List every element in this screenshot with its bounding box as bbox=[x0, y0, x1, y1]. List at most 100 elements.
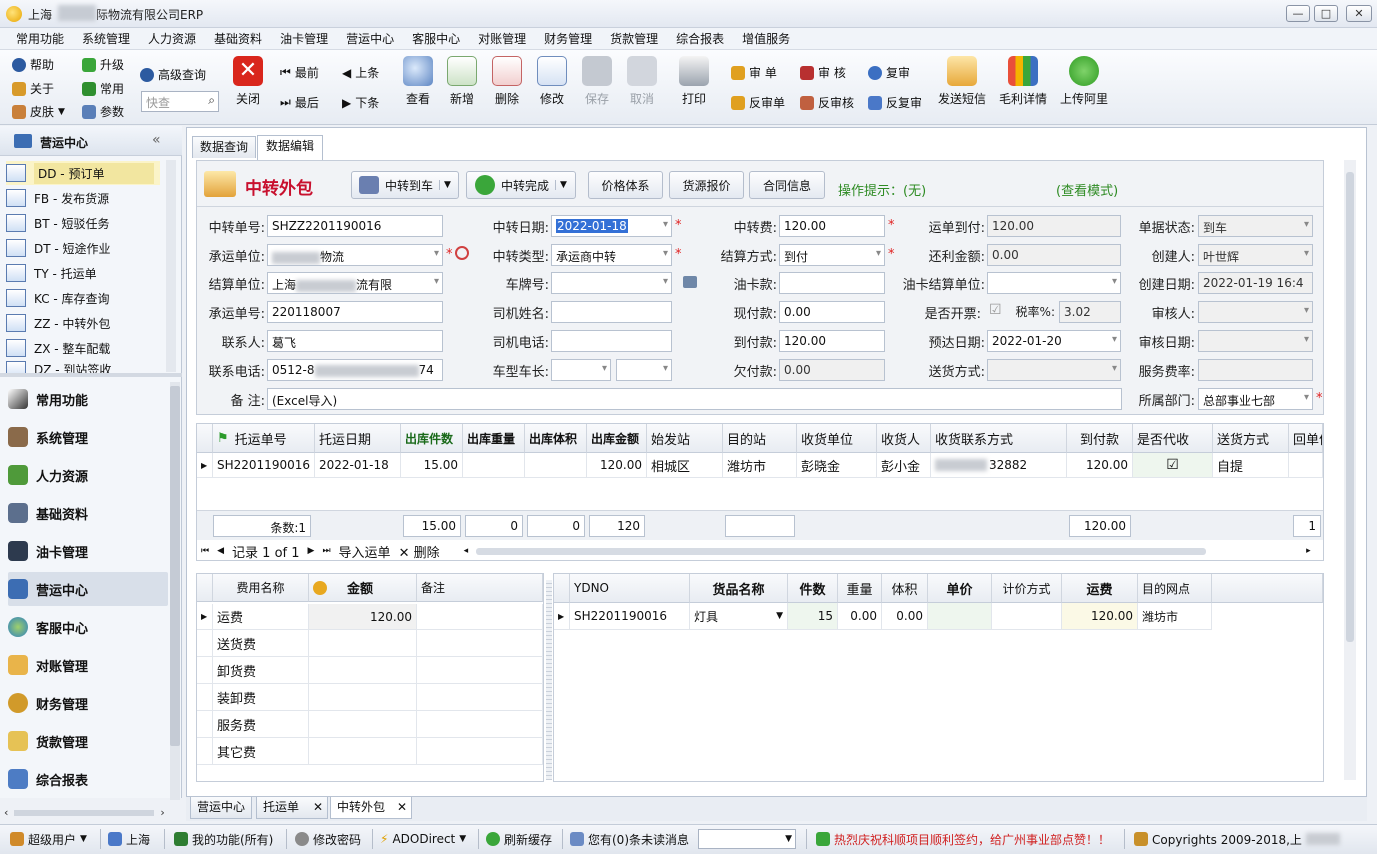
nav-common[interactable]: 常用功能 bbox=[8, 382, 168, 416]
col-header[interactable]: 收货人 bbox=[877, 424, 931, 453]
vertical-splitter[interactable] bbox=[546, 580, 552, 780]
user-menu[interactable]: 超级用户 ▼ bbox=[10, 829, 87, 849]
menu-item[interactable]: 增值服务 bbox=[733, 28, 799, 50]
last-button[interactable]: ⏭ 最后 bbox=[280, 94, 319, 111]
h-scrollbar[interactable] bbox=[476, 547, 1207, 555]
sub-item-dd[interactable]: DD - 预订单 bbox=[6, 161, 160, 185]
car-length-field[interactable] bbox=[616, 359, 672, 381]
doc-tab-transfer[interactable]: 中转外包 ✕ bbox=[330, 797, 412, 819]
skin-button[interactable]: 皮肤 ▼ bbox=[12, 103, 65, 120]
zz-fee-field[interactable]: 120.00 bbox=[779, 215, 885, 237]
col-header[interactable]: 货品名称 bbox=[690, 574, 788, 603]
table-row[interactable]: 服务费 bbox=[197, 711, 543, 738]
advanced-query-button[interactable]: 高级查询 bbox=[140, 66, 206, 83]
save-button[interactable]: 保存 bbox=[575, 56, 619, 107]
carrier-no-field[interactable]: 220118007 bbox=[267, 301, 443, 323]
nav-first-icon[interactable]: ⏮ bbox=[201, 546, 209, 556]
prev-button[interactable]: ◀ 上条 bbox=[342, 64, 379, 81]
status-field[interactable]: 到车 bbox=[1198, 215, 1313, 237]
col-header[interactable]: 体积 bbox=[882, 574, 928, 603]
help-button[interactable]: 帮助 bbox=[12, 56, 54, 73]
arrive-pay-field[interactable]: 120.00 bbox=[987, 215, 1121, 237]
table-row[interactable]: ▶ SH2201190016 2022-01-18 15.00 120.00 相… bbox=[197, 453, 1323, 478]
menu-item[interactable]: 财务管理 bbox=[535, 28, 601, 50]
profit-button[interactable]: 毛利详情 bbox=[996, 56, 1050, 107]
car-type-field[interactable] bbox=[551, 359, 611, 381]
col-header[interactable]: 运费 bbox=[1062, 574, 1138, 603]
oil-unit-field[interactable] bbox=[987, 272, 1121, 294]
tab-data-query[interactable]: 数据查询 bbox=[192, 136, 256, 158]
plate-field[interactable] bbox=[551, 272, 672, 294]
nav-hscroll[interactable]: ‹ › bbox=[4, 806, 174, 819]
col-header[interactable]: 备注 bbox=[417, 574, 543, 602]
sub-item-kc[interactable]: KC - 库存查询 bbox=[6, 286, 160, 310]
unfinal-review-button[interactable]: 反复审 bbox=[868, 94, 922, 111]
next-button[interactable]: ▶ 下条 bbox=[342, 94, 379, 111]
my-functions-button[interactable]: 我的功能(所有) bbox=[174, 829, 273, 849]
maximize-button[interactable]: □ bbox=[1314, 5, 1338, 22]
owe-field[interactable]: 0.00 bbox=[779, 359, 885, 381]
review-button[interactable]: 审 核 bbox=[800, 64, 846, 81]
zz-complete-button[interactable]: 中转完成 ▼ bbox=[466, 171, 576, 199]
audit-date-field[interactable] bbox=[1198, 330, 1313, 352]
doc-tab-waybill[interactable]: 托运单 ✕ bbox=[256, 797, 328, 819]
cell-goods-name[interactable]: 灯具 ▼ bbox=[690, 603, 788, 630]
scroll-left-icon[interactable]: ◂ bbox=[464, 546, 469, 556]
col-header[interactable]: YDNO bbox=[570, 574, 690, 603]
carrier-field[interactable]: 物流 bbox=[267, 244, 443, 266]
col-header[interactable]: 件数 bbox=[788, 574, 838, 603]
col-header[interactable]: 回单份 bbox=[1289, 424, 1323, 453]
unreview-button[interactable]: 反审核 bbox=[800, 94, 854, 111]
nav-service[interactable]: 客服中心 bbox=[8, 610, 168, 644]
sub-scrollbar[interactable] bbox=[166, 160, 176, 372]
close-button[interactable]: ✕ 关闭 bbox=[226, 56, 270, 107]
eta-field[interactable]: 2022-01-20 bbox=[987, 330, 1121, 352]
zz-no-field[interactable]: SHZZ2201190016 bbox=[267, 215, 443, 237]
city-indicator[interactable]: 上海 bbox=[108, 829, 150, 849]
nav-system[interactable]: 系统管理 bbox=[8, 420, 168, 454]
contact-field[interactable]: 葛飞 bbox=[267, 330, 443, 352]
edit-button[interactable]: 修改 bbox=[530, 56, 574, 107]
chevron-down-icon[interactable]: ▼ bbox=[555, 180, 567, 190]
creator-field[interactable]: 叶世辉 bbox=[1198, 244, 1313, 266]
col-header[interactable]: 始发站 bbox=[647, 424, 723, 453]
sub-item-fb[interactable]: FB - 发布货源 bbox=[6, 186, 160, 210]
delete-button[interactable]: 删除 bbox=[485, 56, 529, 107]
menu-item[interactable]: 基础资料 bbox=[205, 28, 271, 50]
nav-basic[interactable]: 基础资料 bbox=[8, 496, 168, 530]
refund-field[interactable]: 0.00 bbox=[987, 244, 1121, 266]
menu-item[interactable]: 常用功能 bbox=[0, 28, 73, 50]
sub-item-dz[interactable]: DZ - 到站签收 bbox=[6, 361, 160, 373]
sub-item-zx[interactable]: ZX - 整车配载 bbox=[6, 336, 160, 360]
col-header[interactable]: 计价方式 bbox=[992, 574, 1062, 603]
view-button[interactable]: 查看 bbox=[396, 56, 440, 107]
doc-tab-operations[interactable]: 营运中心 bbox=[190, 797, 252, 819]
col-header[interactable]: 费用名称 bbox=[213, 574, 309, 602]
chevron-down-icon[interactable]: ▼ bbox=[776, 611, 783, 621]
main-scrollbar[interactable] bbox=[1344, 160, 1356, 780]
menu-item[interactable]: 货款管理 bbox=[601, 28, 667, 50]
phone-field[interactable]: 0512-8 74 bbox=[267, 359, 443, 381]
table-row[interactable]: ▶ SH2201190016 灯具 ▼ 15 0.00 0.00 120.00 潍… bbox=[554, 603, 1323, 630]
col-header[interactable]: 目的站 bbox=[723, 424, 797, 453]
first-button[interactable]: ⏮ 最前 bbox=[280, 64, 319, 81]
contract-info-button[interactable]: 合同信息 bbox=[749, 171, 825, 199]
col-header[interactable]: 单价 bbox=[928, 574, 992, 603]
add-button[interactable]: 新增 bbox=[440, 56, 484, 107]
col-header[interactable]: 重量 bbox=[838, 574, 882, 603]
scroll-right-icon[interactable]: ▸ bbox=[1306, 546, 1311, 556]
driver-phone-field[interactable] bbox=[551, 330, 672, 352]
zz-arrive-button[interactable]: 中转到车 ▼ bbox=[351, 171, 459, 199]
refresh-cache-button[interactable]: 刷新缓存 bbox=[486, 829, 552, 849]
col-header[interactable]: 目的网点 bbox=[1138, 574, 1212, 603]
table-row[interactable]: ▶ 运费 120.00 bbox=[197, 604, 543, 630]
chevron-down-icon[interactable]: ▼ bbox=[439, 180, 451, 190]
monitor-icon[interactable] bbox=[683, 276, 697, 288]
quick-search-input[interactable]: 快查 ⌕ bbox=[141, 91, 219, 112]
col-header[interactable]: 出库重量 bbox=[463, 424, 525, 453]
message-dropdown[interactable]: ▼ bbox=[698, 829, 796, 849]
col-header[interactable]: 出库件数 bbox=[401, 424, 463, 453]
oilcard-field[interactable] bbox=[779, 272, 885, 294]
col-header[interactable]: 到付款 bbox=[1067, 424, 1133, 453]
tab-data-edit[interactable]: 数据编辑 bbox=[257, 135, 323, 160]
